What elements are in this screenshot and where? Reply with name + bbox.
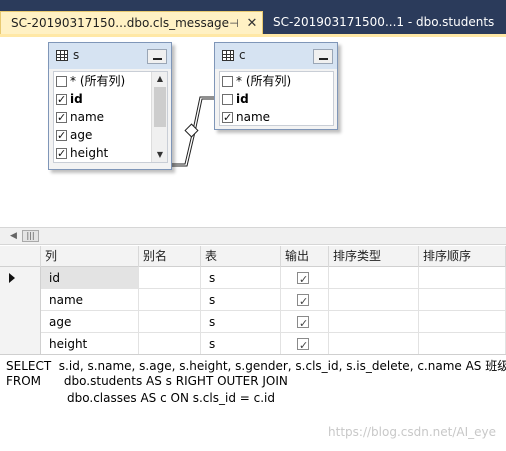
column-checkbox[interactable] [222,94,233,105]
table-row[interactable]: age s [0,311,506,335]
column-label: age [70,128,93,142]
cell-sort-type[interactable] [329,289,419,311]
row-selector[interactable] [0,311,41,333]
column-label: id [70,92,83,106]
tab-students[interactable]: SC-201903171500...1 - dbo.students [263,11,506,34]
grid-header-row: 列 别名 表 输出 排序类型 排序顺序 [0,246,506,267]
sql-line-from[interactable]: FROM dbo.students AS s RIGHT OUTER JOIN [6,374,288,388]
table-classes-c[interactable]: c * (所有列) id name [214,42,338,130]
row-selector[interactable] [0,267,41,289]
column-header-alias[interactable]: 别名 [139,246,201,267]
cell-output [281,289,329,313]
row-selector[interactable] [0,289,41,311]
watermark: https://blog.csdn.net/AI_eye [328,425,496,439]
sql-line-select[interactable]: SELECT s.id, s.name, s.age, s.height, s.… [6,357,506,374]
document-tab-bar: SC-20190317150...dbo.cls_message ⊣ ✕ SC-… [0,0,506,34]
cell-sort-order[interactable] [419,333,506,355]
column-label: * (所有列) [236,74,292,88]
column-list: * (所有列) id name [219,71,334,126]
table-alias: s [73,48,80,62]
cell-sort-order[interactable] [419,289,506,311]
table-row[interactable]: name s [0,289,506,313]
diagram-pane[interactable]: s * (所有列) id name age height [0,37,506,227]
column-label: name [236,110,271,124]
column-checkbox[interactable] [56,76,67,87]
cell-table[interactable]: s [201,267,281,289]
cell-column[interactable]: age [41,311,139,333]
column-label: name [70,110,105,124]
cell-sort-type[interactable] [329,333,419,355]
column-header-output[interactable]: 输出 [281,246,329,267]
column-checkbox[interactable] [56,109,67,126]
cell-sort-type[interactable] [329,267,419,289]
scroll-thumb[interactable] [154,87,166,127]
cell-table[interactable]: s [201,289,281,311]
column-label: height [70,146,109,160]
cell-alias[interactable] [139,267,201,289]
scroll-down-icon[interactable]: ▼ [152,148,167,162]
grid-corner [0,246,41,267]
pin-icon[interactable]: ⊣ [226,12,242,34]
cell-output [281,267,329,291]
cell-column[interactable]: id [41,267,139,289]
current-row-icon [9,273,15,283]
minimize-button[interactable] [147,49,167,64]
scroll-left-icon[interactable]: ◀ [10,231,17,241]
output-checkbox[interactable] [297,291,309,313]
output-checkbox[interactable] [297,335,309,357]
table-icon [222,50,234,61]
tab-cls-message[interactable]: SC-20190317150...dbo.cls_message ⊣ ✕ [0,11,263,34]
sql-line-join[interactable]: dbo.classes AS c ON s.cls_id = c.id [6,391,275,405]
row-selector[interactable] [0,333,41,355]
scroll-up-icon[interactable]: ▲ [152,72,167,86]
splitter-grip-icon[interactable]: ||| [22,230,39,242]
tab-label: SC-201903171500...1 - dbo.students [273,15,495,29]
table-icon [56,50,68,61]
column-checkbox[interactable] [56,127,67,144]
close-icon[interactable]: ✕ [245,12,259,34]
column-checkbox[interactable] [222,109,233,125]
criteria-grid: 列 别名 表 输出 排序类型 排序顺序 id s name s age s he… [0,246,506,357]
column-list: * (所有列) id name age height ▲ ▼ [53,71,168,163]
tab-label: SC-20190317150...dbo.cls_message [11,16,230,30]
column-checkbox[interactable] [56,145,67,162]
cell-table[interactable]: s [201,333,281,355]
column-label: id [236,92,249,106]
cell-column[interactable]: name [41,289,139,311]
minimize-button[interactable] [313,49,333,64]
column-checkbox[interactable] [56,91,67,108]
table-header[interactable]: s [49,43,171,69]
sql-pane[interactable]: SELECT s.id, s.name, s.age, s.height, s.… [0,354,506,451]
pane-splitter[interactable]: ◀ ||| [0,227,506,245]
cell-output [281,333,329,357]
column-label: * (所有列) [70,74,126,88]
table-header[interactable]: c [215,43,337,69]
cell-alias[interactable] [139,311,201,333]
cell-alias[interactable] [139,289,201,311]
cell-alias[interactable] [139,333,201,355]
cell-output [281,311,329,335]
table-alias: c [239,48,246,62]
column-header-column[interactable]: 列 [41,246,139,267]
cell-table[interactable]: s [201,311,281,333]
output-checkbox[interactable] [297,269,309,291]
column-checkbox[interactable] [222,76,233,87]
table-students-s[interactable]: s * (所有列) id name age height [48,42,172,170]
cell-sort-order[interactable] [419,311,506,333]
cell-sort-type[interactable] [329,311,419,333]
cell-column[interactable]: height [41,333,139,355]
table-row[interactable]: id s [0,267,506,291]
column-header-sort-type[interactable]: 排序类型 [329,246,419,267]
output-checkbox[interactable] [297,313,309,335]
column-list-scrollbar[interactable]: ▲ ▼ [151,72,167,162]
cell-sort-order[interactable] [419,267,506,289]
table-row[interactable]: height s [0,333,506,357]
column-header-table[interactable]: 表 [201,246,281,267]
column-header-sort-order[interactable]: 排序顺序 [419,246,506,267]
